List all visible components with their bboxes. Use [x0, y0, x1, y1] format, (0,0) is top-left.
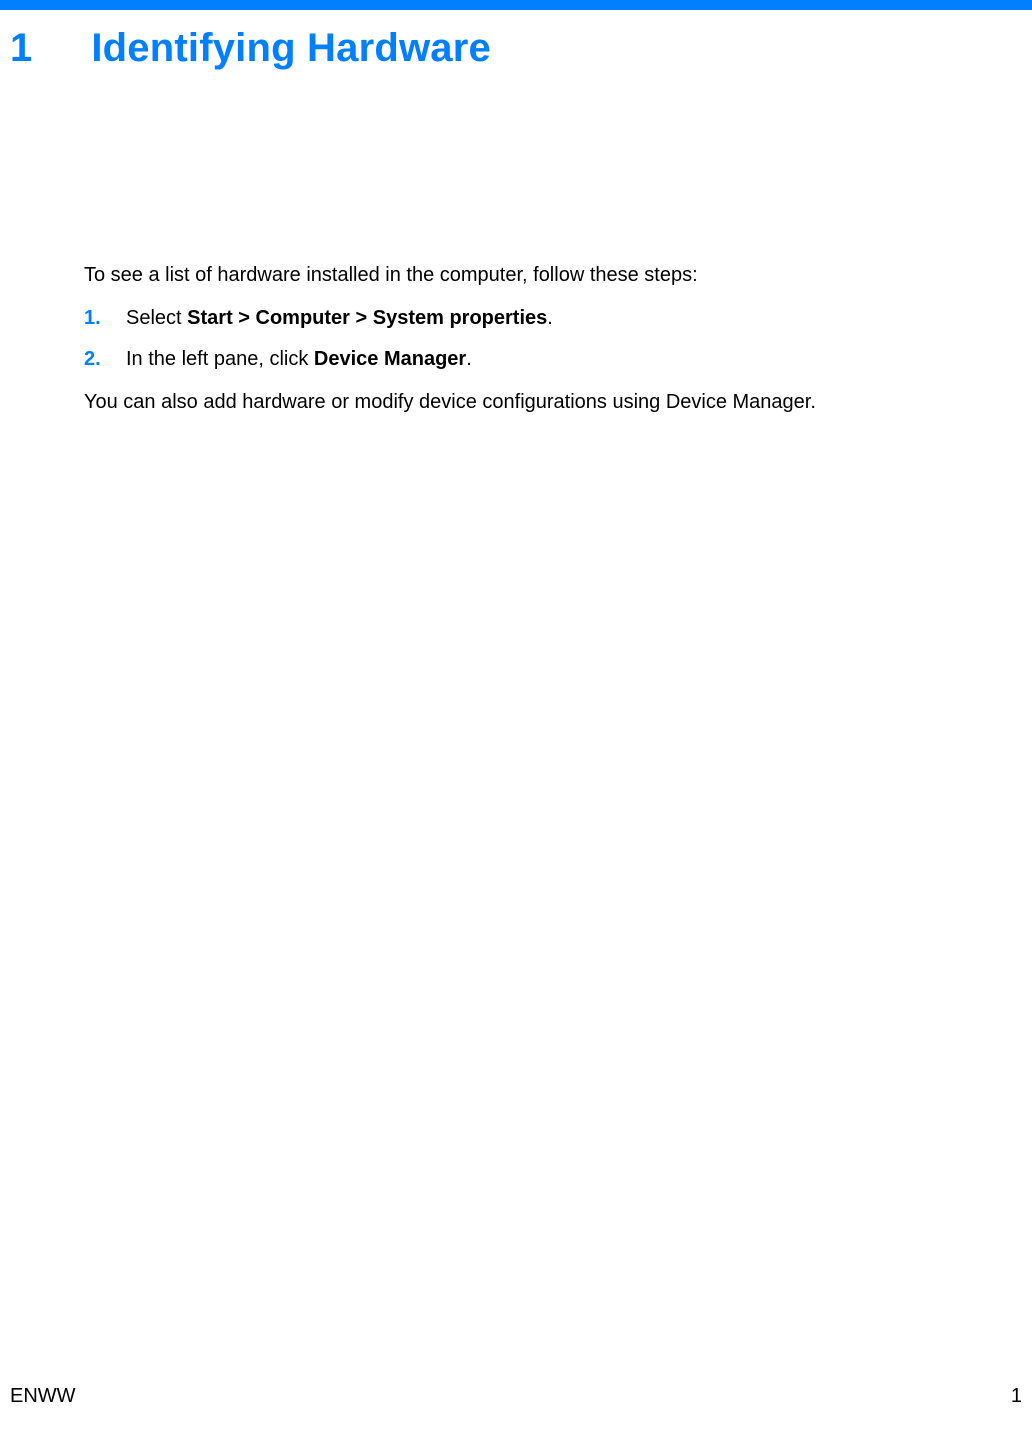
steps-list: 1. Select Start > Computer > System prop…	[84, 305, 1012, 373]
step-post: .	[466, 348, 472, 370]
step-bold: Device Manager	[314, 348, 466, 370]
document-page: 1 Identifying Hardware To see a list of …	[0, 0, 1032, 1444]
outro-paragraph: You can also add hardware or modify devi…	[84, 389, 1012, 416]
page-footer: ENWW 1	[10, 1385, 1022, 1408]
intro-paragraph: To see a list of hardware installed in t…	[84, 262, 1012, 289]
step-pre: In the left pane, click	[126, 348, 314, 370]
step-bold: Start > Computer > System properties	[187, 307, 547, 329]
step-post: .	[547, 307, 553, 329]
step-text: Select Start > Computer > System propert…	[126, 305, 1012, 332]
step-marker: 2.	[84, 346, 126, 373]
step-item: 2. In the left pane, click Device Manage…	[84, 346, 1012, 373]
chapter-heading: 1 Identifying Hardware	[10, 26, 491, 71]
step-text: In the left pane, click Device Manager.	[126, 346, 1012, 373]
footer-left: ENWW	[10, 1385, 76, 1408]
top-rule	[0, 0, 1032, 10]
footer-right: 1	[1011, 1385, 1022, 1408]
step-pre: Select	[126, 307, 187, 329]
chapter-title: Identifying Hardware	[91, 26, 491, 70]
step-item: 1. Select Start > Computer > System prop…	[84, 305, 1012, 332]
step-marker: 1.	[84, 305, 126, 332]
body-content: To see a list of hardware installed in t…	[84, 262, 1012, 432]
chapter-number: 1	[10, 26, 80, 71]
